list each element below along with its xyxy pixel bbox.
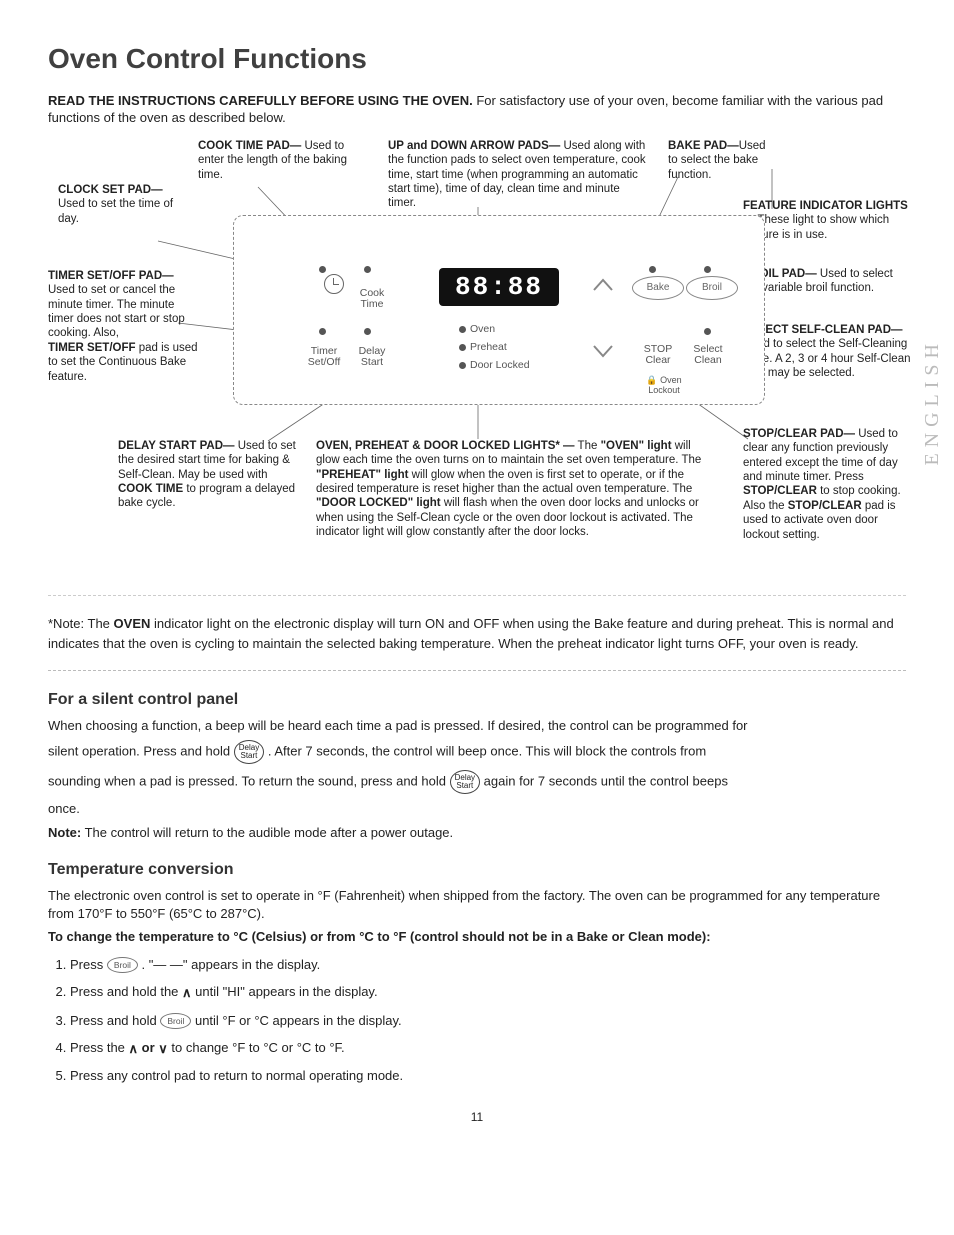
label-cook-time: CookTime (352, 288, 392, 311)
temp-step-2: Press and hold the ∧ until "HI" appears … (70, 983, 906, 1001)
broil-pad-icon: Broil (160, 1013, 191, 1029)
callout-arrow-pads: UP and DOWN ARROW PADS— Used along with … (388, 139, 648, 211)
callout-delay-start: DELAY START PAD— Used to set the desired… (118, 439, 298, 511)
divider (48, 595, 906, 596)
label-door-locked: Door Locked (459, 360, 559, 372)
page-number: 11 (48, 1109, 906, 1125)
indicator-dot (704, 328, 711, 335)
silent-note: Note: The control will return to the aud… (48, 824, 906, 842)
up-arrow-icon (592, 276, 614, 294)
callout-cook-time: COOK TIME PAD— Used to enter the length … (198, 139, 348, 182)
down-arrow-icon (592, 342, 614, 360)
pad-broil: Broil (686, 276, 738, 300)
label-oven: Oven (459, 324, 539, 336)
callout-stop-clear: STOP/CLEAR PAD— Used to clear any functi… (743, 427, 911, 542)
broil-pad-icon: Broil (107, 957, 138, 973)
silent-p1: When choosing a function, a beep will be… (48, 717, 906, 735)
silent-p3: sounding when a pad is pressed. To retur… (48, 770, 906, 794)
indicator-dot (649, 266, 656, 273)
control-panel-diagram: COOK TIME PAD— Used to enter the length … (48, 139, 906, 589)
label-preheat: Preheat (459, 342, 539, 354)
indicator-dot (704, 266, 711, 273)
label-timer: TimerSet/Off (304, 346, 344, 369)
label-stop: STOPClear (638, 344, 678, 367)
temp-step-4: Press the ∧ or ∨ to change °F to °C or °… (70, 1039, 906, 1057)
silent-p2: silent operation. Press and hold DelaySt… (48, 740, 906, 764)
label-select-clean: SelectClean (686, 344, 730, 367)
temp-intro: The electronic oven control is set to op… (48, 887, 906, 922)
callout-broil-pad: BROIL PAD— Used to select the variable b… (743, 267, 908, 296)
note-box: *Note: The OVEN indicator light on the e… (48, 606, 906, 671)
temp-step-1: Press Broil . "— —" appears in the displ… (70, 956, 906, 974)
up-arrow-icon: ∧ (182, 984, 192, 1002)
indicator-dot (364, 328, 371, 335)
page-title: Oven Control Functions (48, 40, 906, 78)
callout-feature-lights: FEATURE INDICATOR LIGHTS— These light to… (743, 199, 908, 242)
label-lockout: 🔒 OvenLockout (634, 376, 694, 396)
callout-bake-pad: BAKE PAD—Used to select the bake functio… (668, 139, 768, 182)
label-delay: DelayStart (352, 346, 392, 369)
callout-timer-set: TIMER SET/OFF PAD— Used to set or cancel… (48, 269, 198, 384)
clock-icon (324, 274, 344, 294)
intro-bold: READ THE INSTRUCTIONS CAREFULLY BEFORE U… (48, 93, 473, 108)
control-panel-graphic: CookTime TimerSet/Off DelayStart 88:88 O… (233, 215, 765, 405)
callout-indicator-lights: OVEN, PREHEAT & DOOR LOCKED LIGHTS* — Th… (316, 439, 716, 540)
down-arrow-icon: ∨ (158, 1040, 168, 1058)
language-tab: ENGLISH (919, 338, 946, 466)
heading-temp-conversion: Temperature conversion (48, 859, 906, 881)
callout-clock-set: CLOCK SET PAD— Used to set the time of d… (58, 183, 178, 226)
pad-bake: Bake (632, 276, 684, 300)
temp-steps-list: Press Broil . "— —" appears in the displ… (48, 956, 906, 1085)
callout-self-clean: SELECT SELF-CLEAN PAD— Used to select th… (743, 323, 911, 381)
up-arrow-icon: ∧ (129, 1040, 139, 1058)
delay-start-pad-icon: DelayStart (234, 740, 264, 764)
temp-bold-instruction: To change the temperature to °C (Celsius… (48, 928, 906, 946)
indicator-dot (319, 328, 326, 335)
indicator-dot (364, 266, 371, 273)
temp-step-3: Press and hold Broil until °F or °C appe… (70, 1012, 906, 1030)
intro-paragraph: READ THE INSTRUCTIONS CAREFULLY BEFORE U… (48, 92, 906, 127)
temp-step-5: Press any control pad to return to norma… (70, 1067, 906, 1085)
delay-start-pad-icon: DelayStart (450, 770, 480, 794)
indicator-dot (319, 266, 326, 273)
digital-display: 88:88 (439, 268, 559, 306)
page-wrapper: Oven Control Functions READ THE INSTRUCT… (48, 40, 906, 1125)
silent-p4: once. (48, 800, 906, 818)
heading-silent-panel: For a silent control panel (48, 689, 906, 711)
